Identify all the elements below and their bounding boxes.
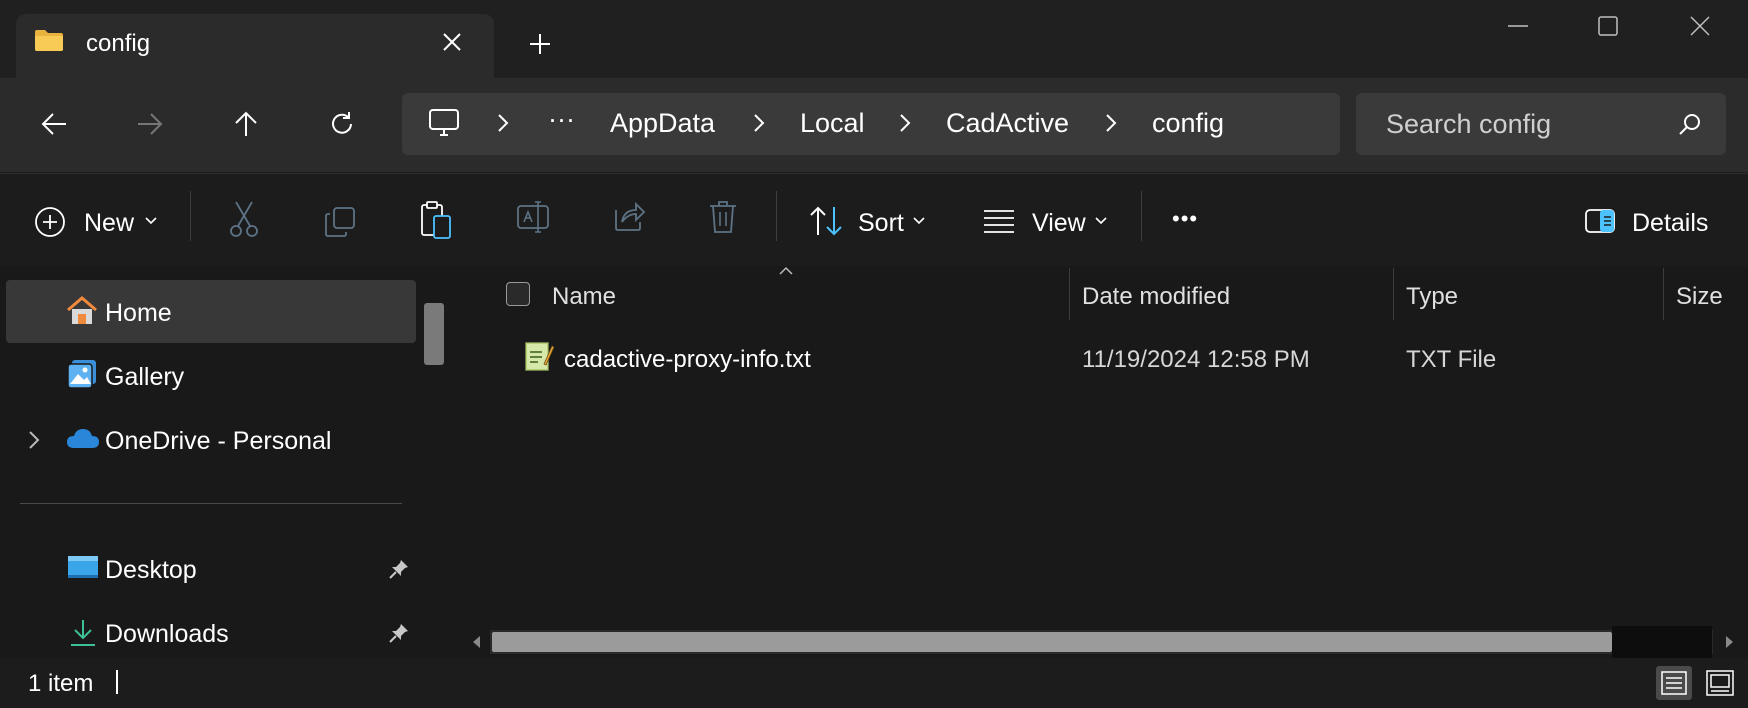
scroll-left-arrow-icon[interactable] <box>470 634 482 650</box>
large-icons-view-icon <box>1706 670 1734 696</box>
sidebar-item-downloads[interactable]: Downloads <box>105 620 229 649</box>
back-button[interactable] <box>26 96 82 152</box>
refresh-button[interactable] <box>314 96 370 152</box>
this-pc-icon[interactable] <box>428 108 460 138</box>
breadcrumb-local[interactable]: Local <box>800 108 865 139</box>
breadcrumb-appdata[interactable]: AppData <box>610 108 715 139</box>
search-placeholder: Search config <box>1386 109 1552 139</box>
chevron-down-icon[interactable] <box>912 216 926 226</box>
minimize-button[interactable] <box>1472 0 1564 52</box>
text-file-icon <box>524 340 554 372</box>
forward-button[interactable] <box>122 96 178 152</box>
column-divider[interactable] <box>1393 268 1394 320</box>
forward-arrow-icon <box>138 113 163 135</box>
file-date-modified: 11/19/2024 12:58 PM <box>1082 346 1310 373</box>
details-view-button[interactable] <box>1656 666 1692 700</box>
details-pane-icon[interactable] <box>1584 208 1616 234</box>
close-tab-icon[interactable] <box>440 30 464 54</box>
file-list-pane <box>452 266 1748 658</box>
navigation-scrollbar[interactable] <box>424 303 444 365</box>
toolbar-separator <box>190 191 191 241</box>
chevron-right-icon[interactable] <box>752 112 766 134</box>
column-divider[interactable] <box>1069 268 1070 320</box>
select-all-checkbox[interactable] <box>506 282 530 306</box>
up-button[interactable] <box>218 96 274 152</box>
sidebar-divider <box>20 503 402 504</box>
new-icon[interactable] <box>34 206 66 238</box>
expand-chevron-icon[interactable] <box>28 430 40 450</box>
tab-title: config <box>86 30 151 57</box>
sidebar-item-onedrive[interactable]: OneDrive - Personal <box>105 427 331 456</box>
paste-icon[interactable] <box>420 200 452 240</box>
file-name[interactable]: cadactive-proxy-info.txt <box>564 346 811 374</box>
pin-icon[interactable] <box>388 622 410 644</box>
item-count: 1 item <box>28 670 94 697</box>
column-header-name[interactable]: Name <box>552 283 616 311</box>
column-divider[interactable] <box>1663 268 1664 320</box>
breadcrumb-cadactive[interactable]: CadActive <box>946 108 1069 139</box>
rename-icon[interactable] <box>516 200 550 234</box>
sort-button[interactable]: Sort <box>858 209 904 238</box>
refresh-icon <box>332 112 352 134</box>
details-view-icon <box>1661 671 1687 695</box>
chevron-down-icon[interactable] <box>1094 216 1108 226</box>
sidebar-item-label: Home <box>105 299 172 327</box>
file-type: TXT File <box>1406 346 1497 373</box>
column-header-date-modified[interactable]: Date modified <box>1082 283 1230 311</box>
maximize-icon <box>1598 16 1618 36</box>
horizontal-scrollbar-thumb[interactable] <box>492 632 1612 652</box>
sort-ascending-indicator-icon <box>778 266 794 276</box>
share-icon[interactable] <box>612 200 646 232</box>
copy-icon[interactable] <box>324 206 356 238</box>
column-header-size[interactable]: Size <box>1676 283 1723 311</box>
search-icon[interactable] <box>1678 112 1702 136</box>
scroll-right-arrow-icon[interactable] <box>1724 634 1736 650</box>
delete-icon[interactable] <box>708 200 738 234</box>
breadcrumb-overflow[interactable]: ··· <box>548 104 575 135</box>
new-tab-icon[interactable] <box>528 32 552 56</box>
close-window-button[interactable] <box>1654 0 1746 52</box>
toolbar-separator <box>1141 191 1142 241</box>
onedrive-icon <box>66 426 100 450</box>
sidebar-item-desktop[interactable]: Desktop <box>105 556 197 585</box>
more-options-button[interactable]: ••• <box>1172 206 1198 232</box>
chevron-right-icon[interactable] <box>898 112 912 134</box>
close-icon <box>1690 16 1710 36</box>
chevron-down-icon[interactable] <box>144 216 158 226</box>
back-arrow-icon <box>41 113 66 135</box>
status-separator <box>116 670 118 694</box>
minimize-icon <box>1508 25 1528 27</box>
desktop-icon <box>66 554 100 582</box>
sidebar-item-gallery[interactable]: Gallery <box>105 363 184 392</box>
folder-icon <box>34 28 64 52</box>
up-arrow-icon <box>235 111 257 136</box>
home-icon <box>66 296 98 326</box>
pin-icon[interactable] <box>388 558 410 580</box>
view-button[interactable]: View <box>1032 209 1086 238</box>
downloads-icon <box>68 618 98 648</box>
chevron-right-icon[interactable] <box>1104 112 1118 134</box>
new-button[interactable]: New <box>84 209 134 238</box>
maximize-button[interactable] <box>1562 0 1654 52</box>
sort-icon[interactable] <box>808 205 844 237</box>
large-icons-view-button[interactable] <box>1702 666 1738 700</box>
view-icon[interactable] <box>982 208 1016 234</box>
column-header-type[interactable]: Type <box>1406 283 1458 311</box>
breadcrumb-config[interactable]: config <box>1152 108 1224 139</box>
status-bar <box>0 658 1748 708</box>
details-button[interactable]: Details <box>1632 209 1708 238</box>
cut-icon[interactable] <box>228 200 260 238</box>
gallery-icon <box>66 358 98 390</box>
toolbar-separator <box>776 191 777 241</box>
chevron-right-icon[interactable] <box>496 112 510 134</box>
scrollbar-gap <box>1612 626 1712 658</box>
